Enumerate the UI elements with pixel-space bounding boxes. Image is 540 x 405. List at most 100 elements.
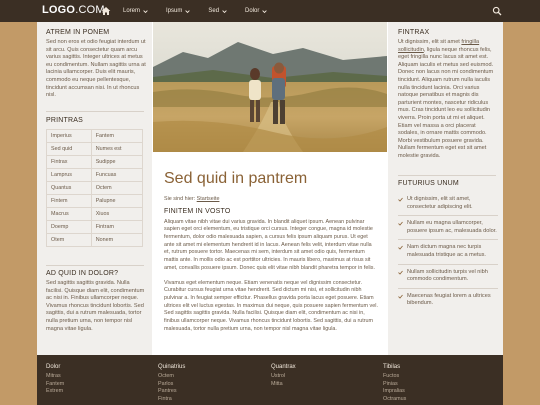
table-row: Macrus Xiuos — [46, 207, 144, 221]
divider — [398, 239, 498, 241]
breadcrumb: Sie sind hier: Startseite — [164, 196, 378, 204]
footer-link[interactable]: Pantres — [158, 388, 177, 396]
footer-link[interactable]: Fuctos — [383, 373, 406, 381]
right-section2-title: FUTURIUS UNUM — [398, 180, 459, 187]
table-cell: Xiuos — [90, 207, 144, 221]
footer-link[interactable]: Impralias — [383, 388, 406, 396]
footer-col4-links: Fuctos Pinias Impralias Octramus — [383, 373, 406, 403]
search-icon[interactable] — [492, 6, 502, 16]
footer-link[interactable]: Mitras — [46, 373, 64, 381]
footer-link[interactable]: Pinias — [383, 381, 406, 389]
printras-table: Imperius Fantem Sed quid Numes est Fintrax… — [46, 129, 144, 247]
check-icon — [398, 246, 403, 250]
footer-col3-links: Ustrol Mitta — [271, 373, 285, 388]
table-cell: Lamprus — [46, 168, 92, 182]
right-section1-title: FINTRAX — [398, 29, 430, 36]
table-cell: Octem — [90, 181, 144, 195]
top-navbar: LOGO.COM Lorem Ipsum Sed Dolor — [0, 0, 540, 22]
chevron-down-icon — [143, 9, 148, 13]
table-row: Quantus Octem — [46, 181, 144, 195]
main-nav: Lorem Ipsum Sed Dolor — [101, 0, 285, 22]
check-icon — [398, 294, 403, 299]
nav-item-lorem[interactable]: Lorem — [123, 8, 148, 14]
footer-link[interactable]: Octem — [158, 373, 177, 381]
table-cell: Macrus — [46, 207, 92, 221]
check-icon — [398, 270, 403, 275]
list-item: Ut dignissim, elit sit amet, consectetur… — [398, 196, 498, 211]
footer-link[interactable]: Fantem — [46, 381, 64, 389]
nav-item-ipsum[interactable]: Ipsum — [166, 8, 191, 14]
hero-hiking-image — [153, 22, 387, 152]
main-paragraph-2: Vivamus eget elementum neque. Etiam vene… — [164, 279, 378, 332]
home-icon[interactable] — [101, 6, 111, 16]
footer-link[interactable]: Parlos — [158, 381, 177, 389]
table-row: Imperius Fantem — [46, 129, 144, 143]
table-cell: Quantus — [46, 181, 92, 195]
breadcrumb-link-home[interactable]: Startseite — [197, 196, 220, 202]
footer-col1-title: Dolor — [46, 364, 61, 370]
list-item: Nullam eu magna ullamcorper, posuere ips… — [398, 220, 498, 235]
nav-item-sed[interactable]: Sed — [208, 8, 227, 14]
table-cell: Sed quid — [46, 142, 92, 156]
table-cell: Doemp — [46, 220, 92, 234]
left-section3-title: AD QUID IN DOLOR? — [46, 270, 119, 277]
table-row: Fintrax Sudippe — [46, 155, 144, 169]
footer: Dolor Mitras Fantem Extrem Quinatrius Oc… — [37, 355, 503, 405]
chevron-down-icon — [222, 9, 227, 13]
footer-col2-links: Octem Parlos Pantres Fintra — [158, 373, 177, 403]
footer-link[interactable]: Mitta — [271, 381, 285, 389]
divider — [398, 263, 498, 265]
table-cell: Imperius — [46, 129, 92, 143]
table-cell: Fintram — [90, 220, 144, 234]
divider — [398, 215, 498, 217]
footer-link[interactable]: Fintra — [158, 396, 177, 404]
footer-col2-title: Quinatrius — [158, 364, 186, 370]
footer-link[interactable]: Octramus — [383, 396, 406, 404]
page-heading: Sed quid in pantrem — [164, 170, 308, 187]
right-section1-text: Ut dignissim, elit sit amet fringilla so… — [398, 39, 494, 159]
table-row: Sed quid Numes est — [46, 142, 144, 156]
list-item: Maecenas feugiat lorem a ultrices bibend… — [398, 293, 498, 308]
table-cell: Numes est — [90, 142, 144, 156]
bullet-list: Ut dignissim, elit sit amet, consectetur… — [398, 196, 498, 308]
table-cell: Fintem — [46, 194, 92, 208]
page-container: ATREM IN PONEM Sed non eros et odio feug… — [37, 22, 503, 355]
table-row: Otem Nonem — [46, 233, 144, 247]
footer-link[interactable]: Extrem — [46, 388, 64, 396]
table-cell: Sudippe — [90, 155, 144, 169]
divider — [46, 265, 144, 266]
footer-link[interactable]: Ustrol — [271, 373, 285, 381]
table-row: Fintem Palupne — [46, 194, 144, 208]
table-cell: Funcuas — [90, 168, 144, 182]
left-sidebar: ATREM IN PONEM Sed non eros et odio feug… — [37, 22, 152, 355]
table-row: Doemp Fintram — [46, 220, 144, 234]
check-icon — [398, 221, 403, 226]
site-logo[interactable]: LOGO.COM — [42, 4, 105, 16]
list-item: Nam dictum magna nec turpis malesuada tr… — [398, 244, 498, 259]
list-item: Nullam sollicitudin turpis vel nibh comm… — [398, 269, 498, 284]
footer-col1-links: Mitras Fantem Extrem — [46, 373, 64, 396]
table-cell: Palupne — [90, 194, 144, 208]
table-cell: Otem — [46, 233, 92, 247]
main-subheading: FINITEM IN VOSTO — [164, 207, 231, 215]
left-section1-title: ATREM IN PONEM — [46, 29, 110, 36]
table-cell: Nonem — [90, 233, 144, 247]
check-icon — [398, 197, 403, 202]
footer-col4-title: Tibilas — [383, 364, 401, 370]
table-cell: Fintrax — [46, 155, 92, 169]
main-paragraph-1: Aliquam vitae nibh vitae dui varius grav… — [164, 218, 375, 271]
footer-col3-title: Quantrax — [271, 364, 296, 370]
chevron-down-icon — [262, 9, 268, 13]
left-section1-text: Sed non eros et odio feugiat interdum ut… — [46, 39, 146, 99]
divider — [398, 175, 496, 176]
main-content: Sed quid in pantrem Sie sind hier: Start… — [153, 22, 387, 355]
nav-item-dolor[interactable]: Dolor — [245, 8, 268, 14]
divider — [46, 111, 144, 112]
left-section3-text: Sed sagittis sagittis gravida. Nulla fac… — [46, 280, 145, 332]
breadcrumb-prefix: Sie sind hier: — [164, 196, 197, 202]
divider — [398, 287, 498, 289]
chevron-down-icon — [185, 9, 191, 13]
table-cell: Fantem — [90, 129, 144, 143]
right-sidebar: FINTRAX Ut dignissim, elit sit amet frin… — [388, 22, 503, 355]
left-section2-title: PRINTRAS — [46, 117, 83, 124]
